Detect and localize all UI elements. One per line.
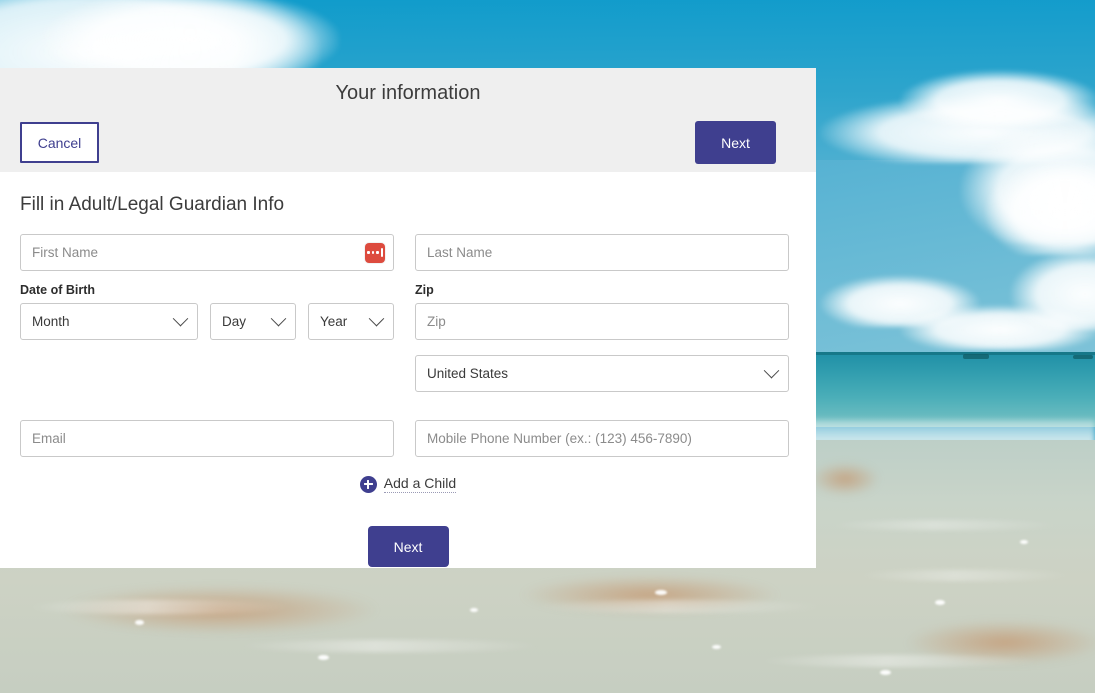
autofill-dot [372, 251, 375, 254]
water-sparkle [318, 655, 329, 660]
distant-boat [963, 354, 989, 359]
mobile-phone-input[interactable] [415, 420, 789, 457]
dob-day-select[interactable]: Day [210, 303, 296, 340]
guardian-form: Date of Birth Zip Month Day [20, 234, 796, 567]
email-wrap [20, 420, 394, 457]
chevron-down-icon [173, 311, 189, 327]
dob-zip-row: Month Day Year [20, 303, 796, 340]
water-ripple [830, 520, 1060, 530]
country-row: United States [20, 355, 796, 392]
zip-label-wrap: Zip [415, 271, 789, 303]
name-row [20, 234, 796, 271]
water-ripple [30, 600, 290, 614]
next-button-footer[interactable]: Next [368, 526, 449, 567]
water-sparkle [470, 608, 478, 612]
last-name-input[interactable] [415, 234, 789, 271]
information-modal: Your information Cancel Next Fill in Adu… [0, 68, 816, 568]
country-select[interactable]: United States [415, 355, 789, 392]
add-a-child-label: Add a Child [384, 475, 456, 493]
water-sparkle [712, 645, 721, 649]
autofill-dot [367, 251, 370, 254]
dob-label-wrap: Date of Birth [20, 271, 394, 303]
chevron-down-icon [764, 363, 780, 379]
water-sparkle [655, 590, 667, 595]
dob-month-value: Month [32, 314, 70, 329]
water-sparkle [1020, 540, 1028, 544]
next-button-header[interactable]: Next [695, 121, 776, 164]
dob-selects-wrap: Month Day Year [20, 303, 394, 340]
last-name-wrap [415, 234, 789, 271]
modal-body: Fill in Adult/Legal Guardian Info [0, 172, 816, 567]
dob-year-select[interactable]: Year [308, 303, 394, 340]
contact-row [20, 420, 796, 457]
dob-month-select[interactable]: Month [20, 303, 198, 340]
first-name-wrap [20, 234, 394, 271]
label-row: Date of Birth Zip [20, 271, 796, 303]
cancel-button[interactable]: Cancel [20, 122, 99, 163]
modal-header: Your information Cancel Next [0, 68, 816, 172]
zip-label: Zip [415, 283, 789, 297]
zip-input[interactable] [415, 303, 789, 340]
dob-day-value: Day [222, 314, 246, 329]
dob-year-value: Year [320, 314, 347, 329]
autofill-bar [381, 248, 384, 257]
date-of-birth-label: Date of Birth [20, 283, 394, 297]
section-heading: Fill in Adult/Legal Guardian Info [20, 172, 796, 216]
water-sparkle [135, 620, 144, 625]
page-title: Your information [0, 82, 816, 105]
water-ripple [240, 640, 540, 652]
email-input[interactable] [20, 420, 394, 457]
mobile-phone-wrap [415, 420, 789, 457]
chevron-down-icon [369, 311, 385, 327]
water-sparkle [880, 670, 891, 675]
password-manager-icon[interactable] [365, 243, 385, 263]
water-sparkle [935, 600, 945, 605]
country-row-spacer [20, 355, 394, 392]
zip-input-wrap [415, 303, 789, 340]
dob-select-group: Month Day Year [20, 303, 394, 340]
autofill-dot [376, 251, 379, 254]
chevron-down-icon [271, 311, 287, 327]
water-ripple [760, 655, 1040, 667]
country-value: United States [427, 366, 508, 381]
sand-bar [810, 462, 880, 496]
distant-boat [1073, 355, 1093, 359]
water-ripple [860, 570, 1070, 581]
first-name-input[interactable] [20, 234, 394, 271]
country-select-wrap: United States [415, 355, 789, 392]
add-a-child-button[interactable]: Add a Child [360, 475, 456, 493]
water-ripple [540, 600, 820, 613]
plus-circle-icon [360, 476, 377, 493]
